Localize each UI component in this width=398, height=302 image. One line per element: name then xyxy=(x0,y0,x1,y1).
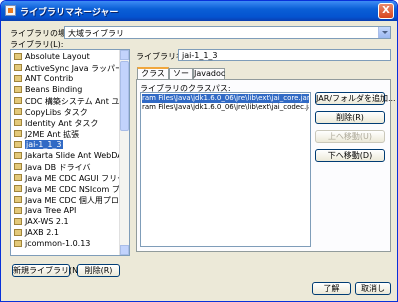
library-icon xyxy=(14,218,22,225)
remove-button[interactable]: 削除(R) xyxy=(315,111,385,124)
library-icon xyxy=(14,64,22,71)
library-icon xyxy=(14,174,22,181)
classpath-list[interactable]: ram Files\Java\jdk1.6.0_06\jre\lib\ext\j… xyxy=(140,92,311,247)
list-item[interactable]: JAXB 2.1 xyxy=(12,227,121,238)
move-up-button[interactable]: 上へ移動(U) xyxy=(315,130,385,143)
scroll-thumb[interactable] xyxy=(120,61,129,131)
chevron-down-icon[interactable] xyxy=(378,27,390,38)
library-icon xyxy=(14,53,22,60)
tab-source[interactable]: ソース xyxy=(169,68,193,88)
list-item-selected[interactable]: jai-1_1_3 xyxy=(12,139,121,150)
move-down-button[interactable]: 下へ移動(D) xyxy=(315,149,385,162)
tab-javadoc[interactable]: Javadoc xyxy=(193,68,225,79)
library-icon xyxy=(14,229,22,236)
library-icon xyxy=(14,196,22,203)
list-item[interactable]: Jakarta Slide Ant WebDAV xyxy=(12,150,121,161)
library-list[interactable]: Absolute Layout ActiveSync Java ラッパーライブラ… xyxy=(10,49,130,256)
list-item[interactable]: CDC 構築システム Ant ユーティリ xyxy=(12,95,121,106)
scroll-down-button[interactable] xyxy=(120,245,129,255)
list-item[interactable]: Java ME CDC NSIcom プラグイン xyxy=(12,183,121,194)
list-item[interactable]: ActiveSync Java ラッパーライブラ xyxy=(12,62,121,73)
add-jar-folder-button[interactable]: JAR/フォルダを追加... xyxy=(315,92,396,105)
library-icon xyxy=(14,185,22,192)
app-icon xyxy=(5,5,16,16)
list-item[interactable]: Java ME CDC AGUI フリーレイア xyxy=(12,172,121,183)
list-item[interactable]: Beans Binding xyxy=(12,84,121,95)
library-icon xyxy=(14,86,22,93)
library-list-scrollbar[interactable] xyxy=(119,50,129,255)
classpath-entry-selected[interactable]: ram Files\Java\jdk1.6.0_06\jre\lib\ext\j… xyxy=(142,94,309,103)
library-icon xyxy=(14,240,22,247)
ok-button[interactable]: 了解 xyxy=(312,282,351,295)
cancel-button[interactable]: 取消し xyxy=(355,282,391,295)
library-icon xyxy=(14,130,22,137)
list-item[interactable]: JAX-WS 2.1 xyxy=(12,216,121,227)
list-item[interactable]: Java DB ドライバ xyxy=(12,161,121,172)
list-item[interactable]: Java ME CDC 個人用プロファイ xyxy=(12,194,121,205)
list-item[interactable]: ANT Contrib xyxy=(12,73,121,84)
library-icon xyxy=(14,152,22,159)
library-location-select[interactable]: 大域ライブラリ xyxy=(64,26,391,39)
new-library-button[interactable]: 新規ライブラリ(N)... xyxy=(12,264,89,277)
library-icon xyxy=(14,97,22,104)
library-icon xyxy=(14,207,22,214)
library-location-value: 大域ライブラリ xyxy=(68,29,124,38)
scroll-up-button[interactable] xyxy=(120,50,129,60)
close-button[interactable]: X xyxy=(378,3,394,19)
library-icon xyxy=(14,119,22,126)
list-item[interactable]: Java Tree API xyxy=(12,205,121,216)
classpath-entry[interactable]: ram Files\Java\jdk1.6.0_06\jre\lib\ext\j… xyxy=(142,103,309,112)
library-icon xyxy=(14,108,22,115)
library-icon xyxy=(14,163,22,170)
tab-classpath[interactable]: クラスパス xyxy=(137,67,169,88)
list-item[interactable]: CopyLibs タスク xyxy=(12,106,121,117)
list-item[interactable]: Absolute Layout xyxy=(12,51,121,62)
title-bar[interactable]: ライブラリマネージャー X xyxy=(1,1,397,21)
library-icon xyxy=(14,141,22,148)
list-item[interactable]: J2ME Ant 拡張 xyxy=(12,128,121,139)
library-manager-window: ライブラリマネージャー X ライブラリの場所(L): 大域ライブラリ ライブラリ… xyxy=(0,0,398,302)
library-name-field[interactable]: jai-1_1_3 xyxy=(178,49,391,61)
list-item[interactable]: Identity Ant タスク xyxy=(12,117,121,128)
delete-library-button[interactable]: 削除(R) xyxy=(77,264,120,277)
library-icon xyxy=(14,75,22,82)
list-item[interactable]: jcommon-1.0.13 xyxy=(12,238,121,249)
window-title: ライブラリマネージャー xyxy=(20,8,119,18)
